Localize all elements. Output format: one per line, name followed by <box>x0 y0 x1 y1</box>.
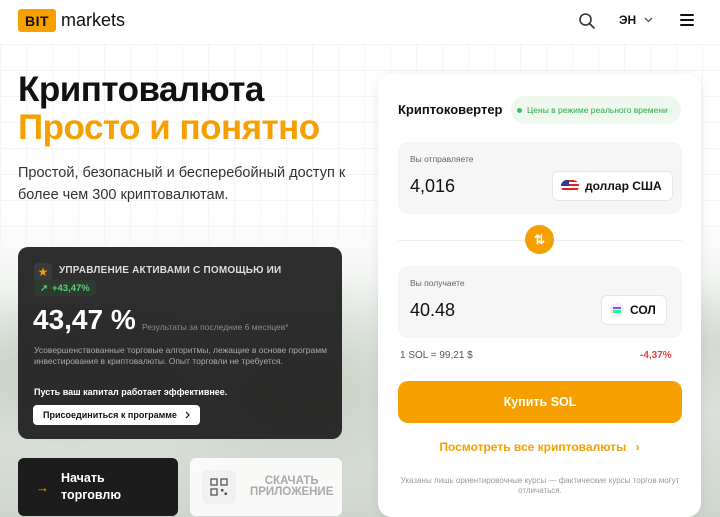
language-selector[interactable]: ЭН <box>619 13 653 27</box>
start-trading-line2: торговлю <box>61 488 122 502</box>
chevron-right-icon <box>185 411 190 419</box>
menu-icon[interactable] <box>680 14 694 26</box>
live-dot-icon <box>517 107 522 113</box>
buy-sol-button[interactable]: Купить SOL <box>398 381 682 423</box>
logo[interactable]: BIT markets <box>18 9 125 32</box>
qr-code-icon <box>202 470 236 504</box>
us-flag-icon <box>561 180 579 192</box>
send-label: Вы отправляете <box>410 154 474 164</box>
download-app-button[interactable]: СКАЧАТЬ ПРИЛОЖЕНИЕ <box>190 458 342 516</box>
chevron-down-icon <box>644 17 653 23</box>
send-amount-box: Вы отправляете 4,016 доллар США <box>398 142 682 214</box>
ai-big-value: 43,47 % <box>33 304 136 335</box>
trend-up-icon: ↗ <box>40 282 48 294</box>
logo-text: markets <box>61 10 126 30</box>
hero-title-line2: Просто и понятно <box>18 108 320 147</box>
ai-asset-management-card: ★ УПРАВЛЕНИЕ АКТИВАМИ С ПОМОЩЬЮ ИИ ↗ +43… <box>18 247 342 439</box>
crypto-converter-panel: Криптоковертер Цены в режиме реального в… <box>378 74 701 517</box>
join-program-label: Присоединиться к программе <box>43 410 177 420</box>
start-trading-line1: Начать <box>61 471 105 485</box>
exchange-rate: 1 SOL = 99,21 $ <box>400 350 473 361</box>
ai-description: Усовершенствованные торговые алгоритмы, … <box>34 345 327 366</box>
start-trading-button[interactable]: → Начать торговлю <box>18 458 178 516</box>
join-program-button[interactable]: Присоединиться к программе <box>33 405 200 425</box>
growth-badge: ↗ +43,47% <box>34 280 96 296</box>
growth-badge-value: +43,47% <box>51 282 90 294</box>
arrow-right-icon: → <box>36 479 49 495</box>
send-currency-selector[interactable]: доллар США <box>552 171 673 201</box>
view-all-label: Посмотреть все криптовалюты <box>439 440 627 454</box>
hero-subtitle: Простой, безопасный и бесперебойный дост… <box>18 165 346 203</box>
download-app-line2: ПРИЛОЖЕНИЕ <box>250 486 334 498</box>
ai-cta-text: Пусть ваш капитал работает эффективнее. <box>34 387 228 397</box>
view-all-cryptos-link[interactable]: Посмотреть все криптовалюты › <box>378 440 701 454</box>
send-amount-input[interactable]: 4,016 <box>410 176 455 197</box>
language-label: ЭН <box>619 13 637 27</box>
search-icon[interactable] <box>578 12 596 30</box>
ai-big-note: Результаты за последние 6 месяцев* <box>142 322 289 332</box>
receive-currency-label: СОЛ <box>630 303 656 317</box>
receive-amount-box: Вы получаете 40.48 СОЛ <box>398 266 682 338</box>
live-prices-badge: Цены в режиме реального времени <box>511 96 681 124</box>
solana-icon <box>610 303 624 317</box>
send-currency-label: доллар США <box>585 179 662 193</box>
converter-title: Криптоковертер <box>398 102 503 117</box>
site-header: BIT markets ЭН <box>0 0 720 44</box>
receive-label: Вы получаете <box>410 278 465 288</box>
rates-disclaimer: Указаны лишь ориентировочные курсы — фак… <box>400 476 680 495</box>
ai-card-label: УПРАВЛЕНИЕ АКТИВАМИ С ПОМОЩЬЮ ИИ <box>59 265 282 276</box>
swap-button[interactable]: ⇅ <box>525 225 554 254</box>
receive-amount-input[interactable]: 40.48 <box>410 300 455 321</box>
chevron-right-icon: › <box>635 440 640 454</box>
price-change: -4,37% <box>640 350 672 361</box>
receive-currency-selector[interactable]: СОЛ <box>601 295 667 325</box>
hero-title-line1: Криптовалюта <box>18 70 264 109</box>
logo-mark: BIT <box>18 9 56 32</box>
star-icon: ★ <box>34 263 52 281</box>
live-prices-label: Цены в режиме реального времени <box>527 105 668 115</box>
